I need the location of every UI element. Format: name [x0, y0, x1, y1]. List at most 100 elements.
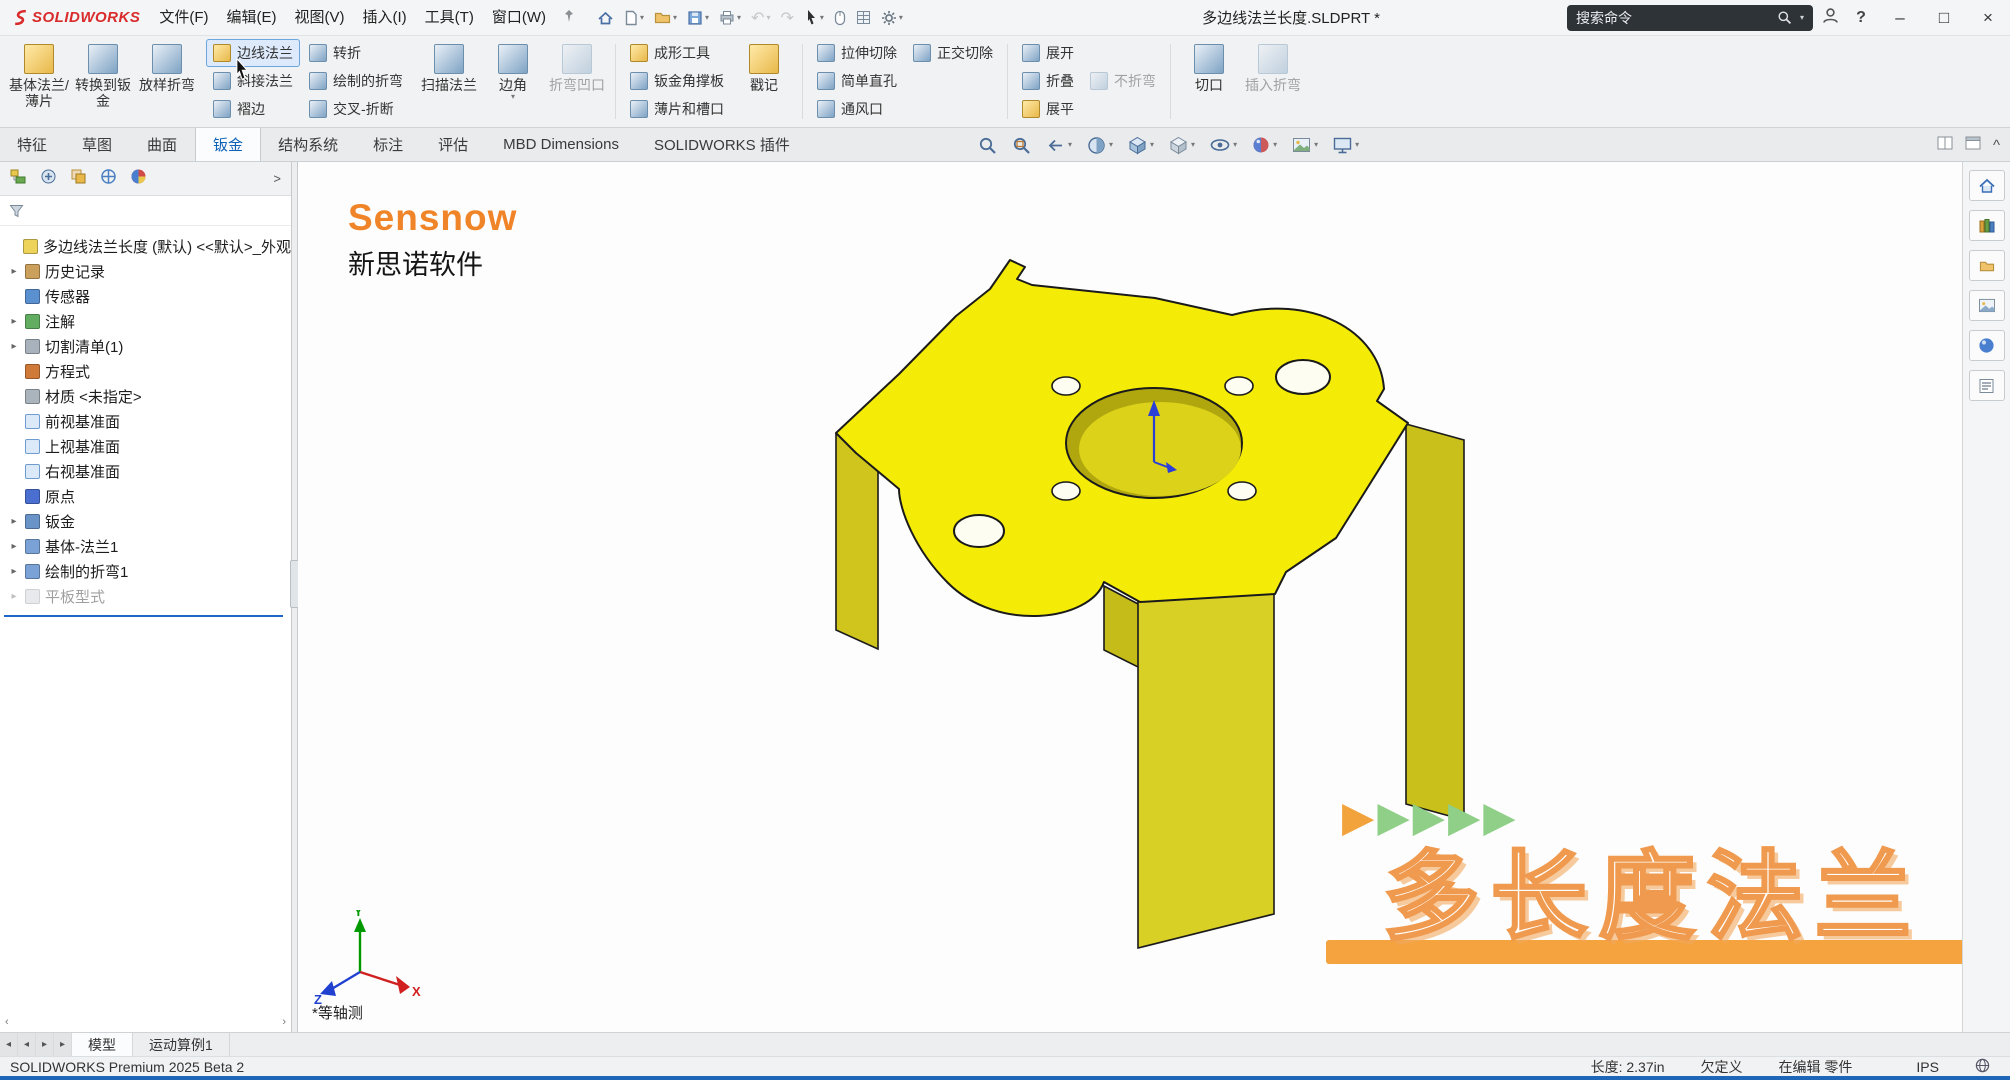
menu-insert[interactable]: 插入(I)	[354, 0, 416, 36]
bolt-hole[interactable]	[1225, 377, 1253, 395]
tree-item-flat-pattern[interactable]: ▸平板型式	[2, 584, 291, 609]
lobe-hole-right[interactable]	[1276, 360, 1330, 394]
configurationmanager-tab[interactable]	[70, 168, 87, 190]
pane-maximize-button[interactable]	[1965, 136, 1981, 155]
swept-flange-button[interactable]: 扫描法兰	[418, 39, 480, 123]
options-button[interactable]: ▾	[877, 3, 907, 33]
tree-item-top-plane[interactable]: 上视基准面	[2, 434, 291, 459]
miter-flange-button[interactable]: 斜接法兰	[206, 67, 300, 95]
tree-item-sheet-metal[interactable]: ▸钣金	[2, 509, 291, 534]
tab-scroll-first-button[interactable]: ◂	[0, 1033, 18, 1056]
tree-root-item[interactable]: 多边线法兰长度 (默认) <<默认>_外观	[2, 234, 291, 259]
collapse-ribbon-button[interactable]: ^	[1993, 137, 2000, 154]
tree-item-material[interactable]: 材质 <未指定>	[2, 384, 291, 409]
tree-item-front-plane[interactable]: 前视基准面	[2, 409, 291, 434]
hide-show-items-button[interactable]: ▾	[1210, 137, 1237, 153]
propertymanager-tab[interactable]	[40, 168, 57, 190]
menu-tools[interactable]: 工具(T)	[416, 0, 483, 36]
tab-sketch[interactable]: 草图	[65, 128, 130, 161]
flatten-button[interactable]: 展平	[1015, 95, 1081, 123]
units-selector[interactable]: IPS	[1916, 1059, 1939, 1075]
extruded-cut-button[interactable]: 拉伸切除	[810, 39, 904, 67]
tab-mbd-dimensions[interactable]: MBD Dimensions	[486, 128, 637, 161]
save-button[interactable]: ▾	[683, 3, 713, 33]
expand-arrow-icon[interactable]: ▸	[8, 541, 20, 552]
bolt-hole[interactable]	[1052, 482, 1080, 500]
open-button[interactable]: ▾	[650, 3, 681, 33]
tree-item-origin[interactable]: 原点	[2, 484, 291, 509]
expand-arrow-icon[interactable]: ▸	[8, 266, 20, 277]
design-library-button[interactable]	[1969, 210, 2005, 241]
tree-item-equations[interactable]: 方程式	[2, 359, 291, 384]
minimize-button[interactable]: –	[1882, 8, 1918, 28]
simple-hole-button[interactable]: 简单直孔	[810, 67, 904, 95]
scroll-right-icon[interactable]: ›	[282, 1016, 286, 1028]
tab-structure-system[interactable]: 结构系统	[261, 128, 356, 161]
displaymanager-tab[interactable]	[130, 168, 147, 190]
pane-split-button[interactable]	[1937, 136, 1953, 155]
expand-arrow-icon[interactable]: ▸	[8, 566, 20, 577]
appearances-button[interactable]	[1969, 330, 2005, 361]
base-flange-button[interactable]: 基体法兰/薄片	[8, 39, 70, 123]
panel-scrollbar[interactable]: ‹ ›	[0, 1012, 291, 1032]
corner-button[interactable]: 边角▾	[482, 39, 544, 123]
apply-scene-button[interactable]: ▾	[1292, 137, 1318, 153]
tab-surfaces[interactable]: 曲面	[130, 128, 195, 161]
view-settings-button[interactable]: ▾	[1333, 137, 1359, 154]
sketched-bend-button[interactable]: 绘制的折弯	[302, 67, 410, 95]
tab-scroll-left-button[interactable]: ◂	[18, 1033, 36, 1056]
mouse-gestures-button[interactable]	[830, 3, 850, 33]
menu-view[interactable]: 视图(V)	[286, 0, 354, 36]
tree-item-history[interactable]: ▸历史记录	[2, 259, 291, 284]
unfold-button[interactable]: 展开	[1015, 39, 1081, 67]
help-button[interactable]: ?	[1848, 9, 1874, 27]
tab-features[interactable]: 特征	[0, 128, 65, 161]
zoom-to-area-button[interactable]	[1012, 136, 1031, 155]
expand-arrow-icon[interactable]: ▸	[8, 516, 20, 527]
edge-flange-button[interactable]: 边线法兰	[206, 39, 300, 67]
scroll-left-icon[interactable]: ‹	[5, 1016, 9, 1028]
tab-markup[interactable]: 标注	[356, 128, 421, 161]
display-style-button[interactable]: ▾	[1169, 136, 1195, 155]
forming-tool-button[interactable]: 成形工具	[623, 39, 731, 67]
tab-solidworks-addins[interactable]: SOLIDWORKS 插件	[637, 128, 808, 161]
select-button[interactable]: ▾	[800, 3, 828, 33]
fold-button[interactable]: 折叠	[1015, 67, 1081, 95]
model-tab[interactable]: 模型	[72, 1033, 133, 1056]
no-bends-button[interactable]: 不折弯	[1083, 67, 1163, 95]
tree-item-right-plane[interactable]: 右视基准面	[2, 459, 291, 484]
maximize-button[interactable]: □	[1926, 8, 1962, 28]
section-view-button[interactable]: ▾	[1087, 136, 1113, 155]
flange-leg-right[interactable]	[1406, 424, 1464, 820]
new-document-button[interactable]: ▾	[620, 3, 648, 33]
edit-appearance-button[interactable]: ▾	[1252, 136, 1277, 154]
tab-sheet-metal[interactable]: 钣金	[195, 128, 261, 161]
undo-button[interactable]: ↶▾	[747, 3, 774, 33]
view-palette-button[interactable]	[1969, 290, 2005, 321]
redo-button[interactable]: ↷	[776, 3, 797, 33]
insert-bends-button[interactable]: 插入折弯	[1242, 39, 1304, 123]
graphics-area[interactable]: Sensnow 新思诺软件	[298, 162, 1962, 1032]
tree-item-annotations[interactable]: ▸注解	[2, 309, 291, 334]
expand-arrow-icon[interactable]: ▸	[8, 341, 20, 352]
hem-button[interactable]: 褶边	[206, 95, 300, 123]
resources-home-button[interactable]	[1969, 170, 2005, 201]
rollback-bar[interactable]	[4, 615, 283, 617]
custom-properties-button[interactable]	[1969, 370, 2005, 401]
menu-file[interactable]: 文件(F)	[150, 0, 217, 36]
rip-button[interactable]: 切口	[1178, 39, 1240, 123]
close-button[interactable]: ×	[1970, 8, 2006, 28]
tree-filter[interactable]	[0, 196, 291, 226]
convert-to-sheet-metal-button[interactable]: 转换到钣金	[72, 39, 134, 123]
previous-view-button[interactable]: ▾	[1046, 136, 1072, 155]
home-button[interactable]	[593, 3, 618, 33]
print-button[interactable]: ▾	[715, 3, 745, 33]
properties-button[interactable]	[852, 3, 875, 33]
vent-button[interactable]: 通风口	[810, 95, 904, 123]
tab-scroll-right-button[interactable]: ▸	[36, 1033, 54, 1056]
bolt-hole[interactable]	[1052, 377, 1080, 395]
panel-tabs-more-button[interactable]: >	[273, 171, 281, 186]
tree-item-cutlist[interactable]: ▸切割清单(1)	[2, 334, 291, 359]
sheet-metal-gusset-button[interactable]: 钣金角撑板	[623, 67, 731, 95]
bolt-hole[interactable]	[1228, 482, 1256, 500]
